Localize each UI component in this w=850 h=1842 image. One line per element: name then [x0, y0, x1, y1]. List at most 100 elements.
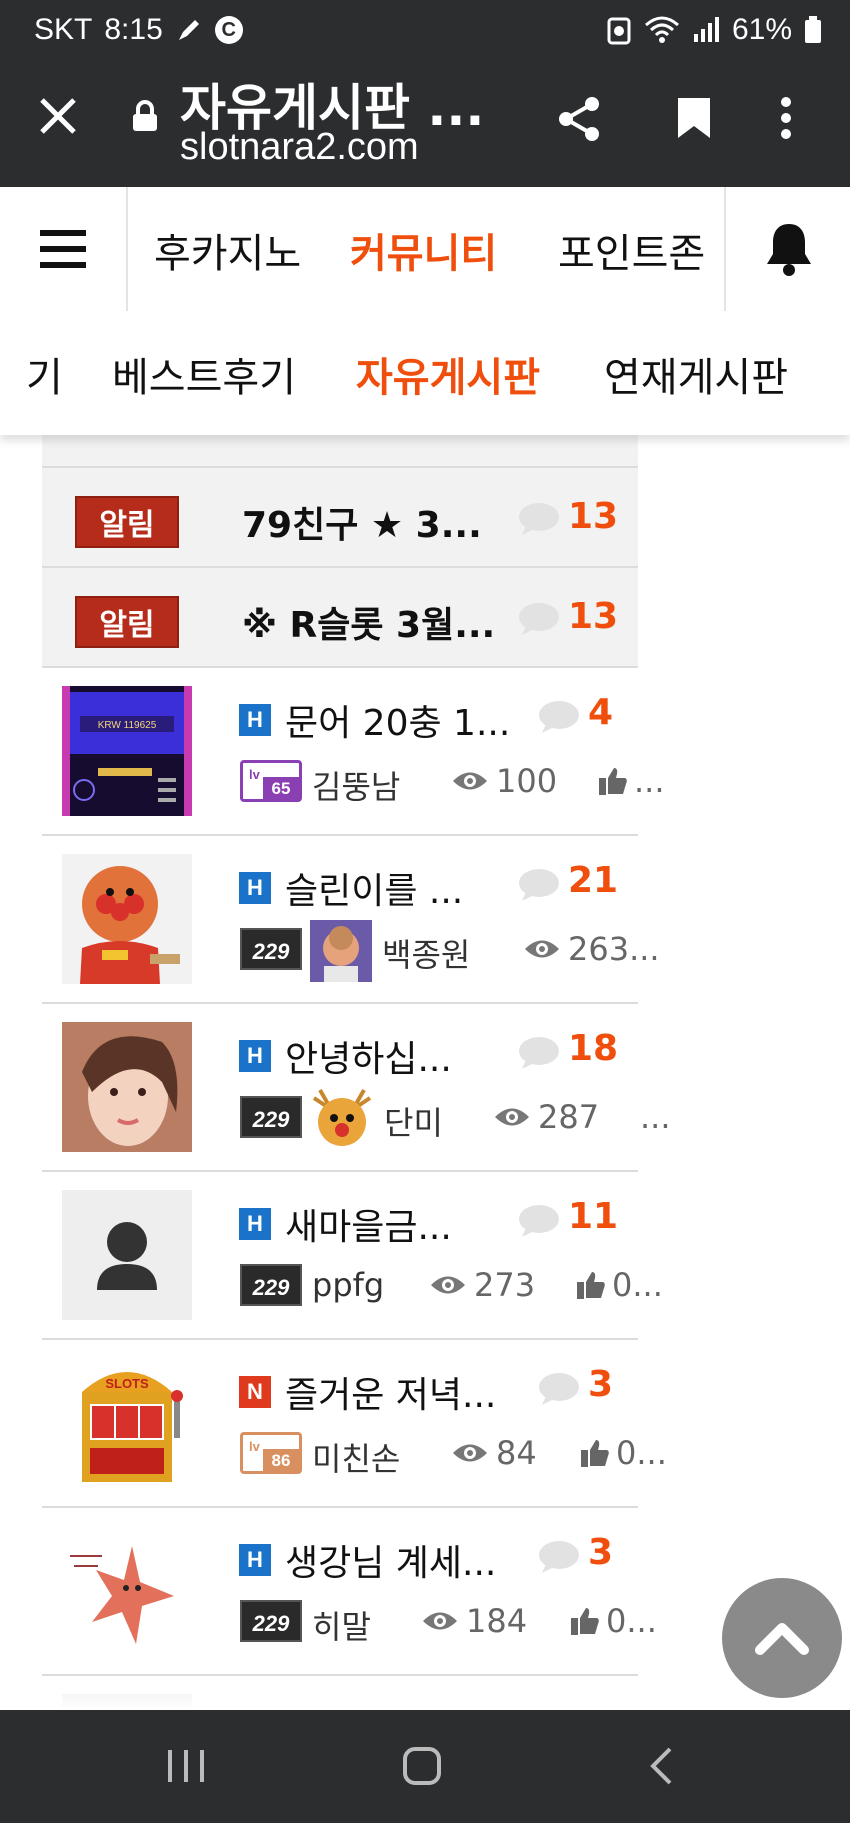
share-icon[interactable] — [556, 96, 602, 142]
like-count: ... — [640, 1098, 671, 1136]
tab-review[interactable]: 기 — [26, 345, 63, 403]
cartoon-character-image — [62, 854, 192, 984]
slot-machine-image: SLOTS — [62, 1358, 192, 1488]
view-count: 273 — [430, 1266, 535, 1304]
hot-badge: H — [239, 1208, 271, 1240]
new-badge: N — [239, 1376, 271, 1408]
view-count: 287 — [494, 1098, 599, 1136]
post-thumbnail[interactable]: KRW 119625 — [62, 686, 192, 816]
comment-icon — [519, 869, 559, 901]
post-title[interactable]: 생강님 계세... — [285, 1534, 496, 1586]
level-number: 229 — [252, 1275, 290, 1300]
post-row[interactable]: H 슬린이를 ... 21 229 백종원 263... — [42, 836, 660, 1004]
comment-icon — [539, 1373, 579, 1405]
post-title[interactable]: 안녕하십... — [285, 1030, 452, 1082]
signal-icon — [693, 17, 719, 42]
comment-icon — [519, 503, 559, 535]
svg-text:lv: lv — [249, 1439, 261, 1454]
post-row[interactable]: KRW 119625 H 문어 20충 1... 4 lv 65 김뚱남 100 … — [42, 668, 665, 836]
post-thumbnail[interactable] — [62, 1022, 192, 1152]
post-author[interactable]: 백종원 — [382, 930, 470, 976]
level-badge: 229 — [240, 1600, 302, 1642]
back-icon[interactable] — [648, 1746, 674, 1786]
status-bar: SKT 8:15 C 61% — [0, 0, 850, 60]
notice-title[interactable]: ※ R슬롯 3월... — [242, 596, 495, 648]
hot-badge: H — [239, 1544, 271, 1576]
tab-free-board[interactable]: 자유게시판 — [356, 345, 540, 403]
comment-count: 3 — [588, 1364, 614, 1405]
comment-icon — [519, 1205, 559, 1237]
post-row[interactable]: SLOTS N 즐거운 저녁... 3 lv 86 미친손 84 0... — [42, 1340, 667, 1508]
like-count-value: ... — [634, 762, 665, 800]
post-row[interactable]: H 새마을금... 11 229 ppfg 273 0... — [42, 1172, 663, 1340]
post-title[interactable]: 즐거운 저녁... — [285, 1366, 496, 1418]
tab-community[interactable]: 커뮤니티 — [350, 221, 497, 279]
view-count-value: 287 — [538, 1098, 600, 1136]
view-count: 184 — [422, 1602, 527, 1640]
browser-toolbar: 자유게시판 ... slotnara2.com — [0, 60, 850, 187]
view-count: 263... — [524, 930, 660, 968]
view-count-value: 84 — [496, 1434, 537, 1472]
home-icon[interactable] — [402, 1746, 442, 1786]
hot-badge: H — [239, 872, 271, 904]
view-count-value: 273 — [474, 1266, 536, 1304]
post-title[interactable]: 슬린이를 ... — [285, 862, 463, 914]
more-options-icon[interactable] — [780, 96, 792, 140]
like-count: ... — [598, 762, 665, 800]
eye-icon — [525, 940, 559, 958]
tab-point-zone[interactable]: 포인트존 — [558, 221, 705, 279]
notice-row[interactable]: 알림 79친구 ★ 3... 13 — [42, 468, 638, 568]
comment-icon — [539, 1541, 579, 1573]
starfish-image — [62, 1526, 192, 1656]
post-author[interactable]: ppfg — [312, 1266, 384, 1304]
notification-button[interactable] — [724, 187, 850, 311]
notice-row[interactable]: 알림 ※ R슬롯 3월... 13 — [42, 568, 638, 668]
tab-casino[interactable]: 후카지노 — [154, 221, 301, 279]
level-number: 229 — [252, 1611, 290, 1636]
slot-screenshot-image: KRW 119625 — [62, 686, 192, 816]
post-title[interactable]: 문어 20충 1... — [285, 694, 510, 746]
avatar[interactable] — [310, 920, 372, 982]
like-count: 0... — [576, 1266, 663, 1304]
post-row[interactable]: H 생강님 계세... 3 229 히말 184 0... — [42, 1508, 657, 1676]
notice-title[interactable]: 79친구 ★ 3... — [242, 496, 482, 548]
bookmark-icon[interactable] — [676, 96, 712, 140]
page-url[interactable]: slotnara2.com — [180, 126, 419, 169]
like-count: 0... — [580, 1434, 667, 1472]
default-avatar-icon — [62, 1190, 192, 1320]
post-title[interactable]: 새마을금... — [285, 1198, 452, 1250]
level-number: 86 — [272, 1451, 291, 1470]
thumbs-up-icon — [581, 1440, 609, 1467]
scroll-fade — [0, 1680, 850, 1710]
post-thumbnail[interactable]: SLOTS — [62, 1358, 192, 1488]
post-row[interactable]: H 안녕하십... 18 229 단미 287 ... — [42, 1004, 671, 1172]
tab-best-review[interactable]: 베스트후기 — [112, 345, 296, 403]
comment-icon — [519, 603, 559, 635]
post-author[interactable]: 히말 — [312, 1602, 371, 1648]
close-icon[interactable] — [38, 96, 78, 136]
post-author[interactable]: 단미 — [384, 1098, 443, 1144]
post-thumbnail[interactable] — [62, 854, 192, 984]
post-thumbnail[interactable] — [62, 1526, 192, 1656]
notice-badge: 알림 — [75, 596, 179, 648]
lock-icon — [133, 100, 157, 131]
scroll-to-top-button[interactable] — [722, 1578, 842, 1698]
slot-screen-text: KRW 119625 — [98, 720, 157, 731]
like-count-value: 0... — [606, 1602, 657, 1640]
hot-badge: H — [239, 1040, 271, 1072]
post-thumbnail[interactable] — [62, 1190, 192, 1320]
level-badge: 229 — [240, 1096, 302, 1138]
like-count-value: 0... — [616, 1434, 667, 1472]
tab-serial-board[interactable]: 연재게시판 — [604, 345, 788, 403]
main-nav-tabs: 후카지노 커뮤니티 포인트존 — [128, 187, 724, 311]
post-author[interactable]: 미친손 — [312, 1434, 400, 1480]
hamburger-menu-button[interactable] — [0, 187, 128, 311]
reindeer-avatar[interactable] — [310, 1084, 374, 1150]
post-author[interactable]: 김뚱남 — [312, 762, 400, 808]
hot-badge: H — [239, 704, 271, 736]
level-badge: 229 — [240, 1264, 302, 1306]
view-count: 84 — [452, 1434, 537, 1472]
recent-apps-icon[interactable] — [166, 1748, 206, 1784]
view-count-value: 100 — [496, 762, 558, 800]
c-app-icon: C — [214, 16, 243, 44]
